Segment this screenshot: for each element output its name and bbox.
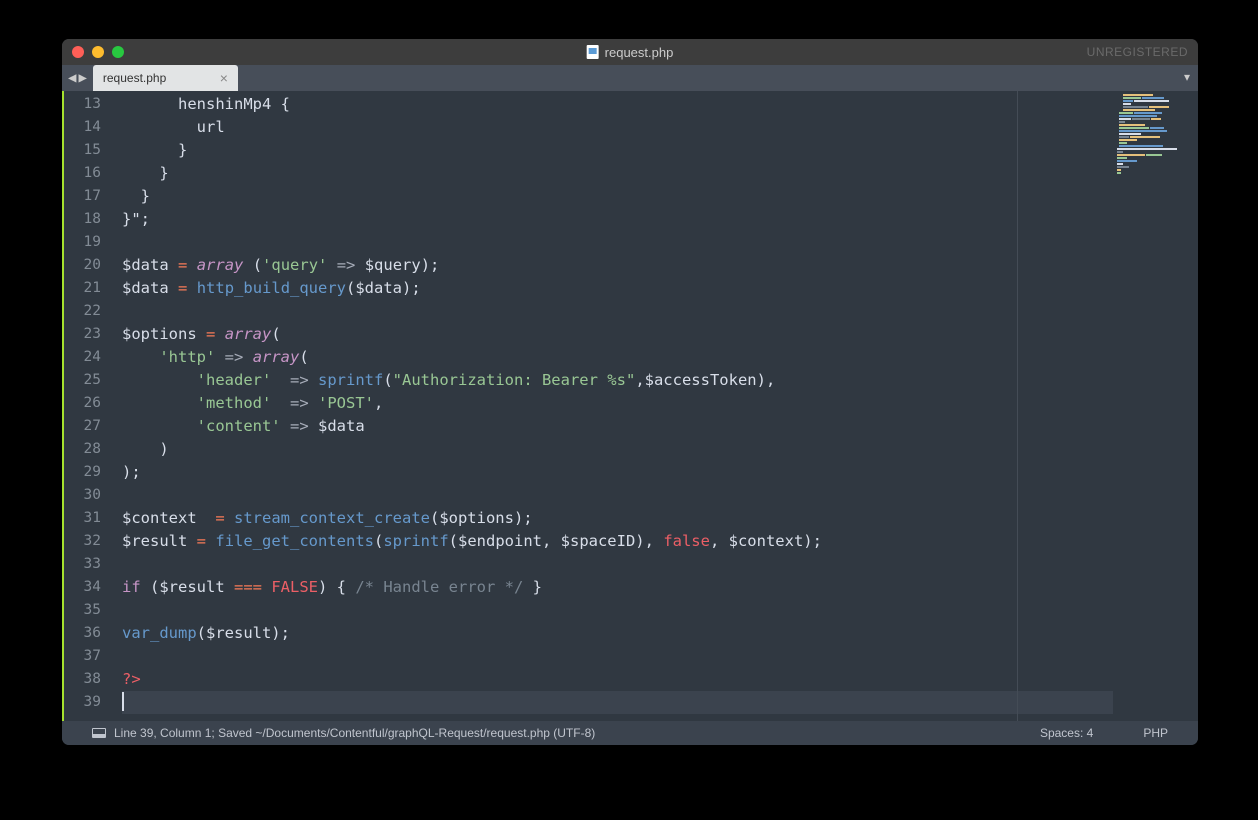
code-line[interactable]: url [122, 116, 1198, 139]
line-number[interactable]: 30 [64, 484, 117, 507]
code-line[interactable] [122, 645, 1198, 668]
line-number[interactable]: 15 [64, 139, 117, 162]
line-number[interactable]: 34 [64, 576, 117, 599]
code-line[interactable]: $data = http_build_query($data); [122, 277, 1198, 300]
code-line[interactable]: henshinMp4 { [122, 93, 1198, 116]
line-number[interactable]: 25 [64, 369, 117, 392]
code-line[interactable] [122, 599, 1198, 622]
text-cursor [122, 692, 124, 711]
maximize-window-icon[interactable] [112, 46, 124, 58]
code-line[interactable]: $result = file_get_contents(sprintf($end… [122, 530, 1198, 553]
tab-bar: ◀ ▶ request.php × ▼ [62, 65, 1198, 91]
line-number[interactable]: 13 [64, 93, 117, 116]
editor-area: 1314151617181920212223242526272829303132… [62, 91, 1198, 721]
line-number-gutter[interactable]: 1314151617181920212223242526272829303132… [62, 91, 117, 721]
minimize-window-icon[interactable] [92, 46, 104, 58]
ruler [1017, 91, 1018, 721]
code-line[interactable] [122, 300, 1198, 323]
code-line[interactable]: } [122, 162, 1198, 185]
code-line[interactable]: ); [122, 461, 1198, 484]
nav-back-icon[interactable]: ◀ [68, 71, 76, 85]
line-number[interactable]: 14 [64, 116, 117, 139]
line-number[interactable]: 20 [64, 254, 117, 277]
code-editor[interactable]: henshinMp4 { url } } }}";$data = array (… [117, 91, 1198, 721]
minimap[interactable] [1113, 91, 1198, 721]
code-line[interactable] [122, 484, 1198, 507]
line-number[interactable]: 23 [64, 323, 117, 346]
line-number[interactable]: 28 [64, 438, 117, 461]
line-number[interactable]: 39 [64, 691, 117, 714]
code-line[interactable]: var_dump($result); [122, 622, 1198, 645]
code-line[interactable]: 'content' => $data [122, 415, 1198, 438]
code-line[interactable]: } [122, 185, 1198, 208]
line-number[interactable]: 24 [64, 346, 117, 369]
tab-label: request.php [103, 71, 166, 85]
code-line[interactable]: 'method' => 'POST', [122, 392, 1198, 415]
code-line[interactable]: if ($result === FALSE) { /* Handle error… [122, 576, 1198, 599]
status-language[interactable]: PHP [1143, 726, 1168, 740]
window-title: request.php [587, 45, 674, 60]
nav-forward-icon[interactable]: ▶ [78, 71, 86, 85]
code-line[interactable]: 'header' => sprintf("Authorization: Bear… [122, 369, 1198, 392]
line-number[interactable]: 38 [64, 668, 117, 691]
line-number[interactable]: 16 [64, 162, 117, 185]
code-line[interactable]: $options = array( [122, 323, 1198, 346]
line-number[interactable]: 33 [64, 553, 117, 576]
line-number[interactable]: 29 [64, 461, 117, 484]
panel-icon[interactable] [92, 728, 106, 738]
tab-overflow-icon[interactable]: ▼ [1184, 73, 1190, 84]
line-number[interactable]: 26 [64, 392, 117, 415]
code-line[interactable]: $data = array ('query' => $query); [122, 254, 1198, 277]
code-line[interactable]: ?> [122, 668, 1198, 691]
code-line[interactable]: } [122, 139, 1198, 162]
code-line[interactable]: ) [122, 438, 1198, 461]
code-line[interactable]: }"; [122, 208, 1198, 231]
line-number[interactable]: 18 [64, 208, 117, 231]
traffic-lights [72, 46, 124, 58]
code-line[interactable] [122, 553, 1198, 576]
line-number[interactable]: 27 [64, 415, 117, 438]
tab-active[interactable]: request.php × [93, 65, 238, 91]
titlebar[interactable]: request.php UNREGISTERED [62, 39, 1198, 65]
line-number[interactable]: 36 [64, 622, 117, 645]
status-bar: Line 39, Column 1; Saved ~/Documents/Con… [62, 721, 1198, 745]
status-spaces[interactable]: Spaces: 4 [1040, 726, 1093, 740]
code-line[interactable]: 'http' => array( [122, 346, 1198, 369]
line-number[interactable]: 22 [64, 300, 117, 323]
line-number[interactable]: 31 [64, 507, 117, 530]
registration-status: UNREGISTERED [1087, 45, 1188, 59]
status-left: Line 39, Column 1; Saved ~/Documents/Con… [92, 726, 595, 740]
line-number[interactable]: 32 [64, 530, 117, 553]
code-line[interactable] [122, 231, 1198, 254]
code-line[interactable] [122, 691, 1198, 714]
window-title-text: request.php [605, 45, 674, 60]
line-number[interactable]: 17 [64, 185, 117, 208]
line-number[interactable]: 21 [64, 277, 117, 300]
tab-close-icon[interactable]: × [220, 70, 228, 86]
line-number[interactable]: 19 [64, 231, 117, 254]
status-text[interactable]: Line 39, Column 1; Saved ~/Documents/Con… [114, 726, 595, 740]
status-right: Spaces: 4 PHP [1040, 726, 1168, 740]
file-icon [587, 45, 599, 59]
line-number[interactable]: 37 [64, 645, 117, 668]
close-window-icon[interactable] [72, 46, 84, 58]
line-number[interactable]: 35 [64, 599, 117, 622]
editor-window: request.php UNREGISTERED ◀ ▶ request.php… [62, 39, 1198, 745]
code-line[interactable]: $context = stream_context_create($option… [122, 507, 1198, 530]
nav-arrows: ◀ ▶ [62, 65, 93, 91]
